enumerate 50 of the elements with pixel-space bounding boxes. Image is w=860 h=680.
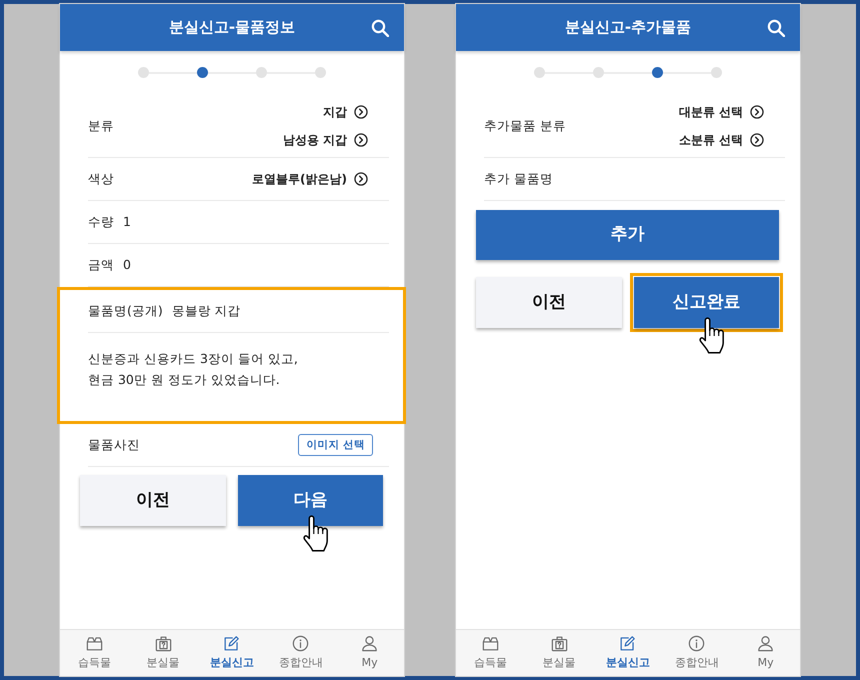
briefcase-icon bbox=[154, 634, 173, 654]
nav-tab[interactable]: 습득물 bbox=[60, 630, 129, 676]
edit-icon bbox=[222, 634, 242, 654]
field-value: 0 bbox=[123, 256, 131, 274]
nav-tab[interactable]: 분실물 bbox=[524, 630, 594, 676]
select-link[interactable]: 남성용 지갑 bbox=[282, 132, 368, 148]
image-select-button[interactable]: 이미지 선택 bbox=[298, 434, 373, 456]
field-label: 추가 물품명 bbox=[484, 170, 553, 188]
select-link[interactable]: 로열블루(밝은남) bbox=[252, 170, 368, 188]
select-link[interactable]: 지갑 bbox=[323, 104, 368, 120]
nav-tab[interactable]: 습득물 bbox=[456, 630, 525, 676]
field-value: 몽블랑 지갑 bbox=[172, 302, 241, 320]
field-label: 추가물품 분류 bbox=[484, 116, 566, 135]
search-icon[interactable] bbox=[371, 18, 389, 36]
back-button[interactable]: 이전 bbox=[80, 475, 226, 526]
nav-tab[interactable]: 분실물 bbox=[128, 630, 198, 676]
chevron-circle-icon bbox=[750, 133, 764, 147]
chevron-circle-icon bbox=[750, 105, 764, 119]
select-link[interactable]: 소분류 선택 bbox=[678, 132, 764, 148]
chevron-circle-icon bbox=[354, 172, 368, 186]
person-icon bbox=[756, 634, 776, 654]
action-button[interactable]: 신고완료 bbox=[634, 277, 779, 328]
search-icon[interactable] bbox=[767, 18, 785, 36]
nav-tab[interactable]: 분실신고 bbox=[594, 630, 662, 676]
screen-title: 분실신고-물품정보 bbox=[168, 17, 296, 38]
nav-tab[interactable]: 분실신고 bbox=[198, 630, 266, 676]
action-button[interactable]: 다음 bbox=[238, 475, 383, 526]
field-label: 분류 bbox=[88, 116, 114, 135]
field-label: 색상 bbox=[88, 170, 114, 188]
field-label: 물품명(공개) bbox=[88, 302, 163, 320]
person-icon bbox=[360, 634, 380, 654]
chevron-circle-icon bbox=[354, 133, 368, 147]
select-link[interactable]: 대분류 선택 bbox=[678, 104, 764, 120]
field-label: 금액 bbox=[88, 256, 114, 274]
nav-tab[interactable]: My bbox=[335, 630, 404, 676]
nav-tab[interactable]: My bbox=[731, 630, 800, 676]
add-button[interactable]: 추가 bbox=[476, 210, 779, 260]
description-text: 신분증과 신용카드 3장이 들어 있고, 현금 30만 원 정도가 있었습니다. bbox=[88, 350, 299, 389]
edit-icon bbox=[618, 634, 638, 654]
field-value: 1 bbox=[123, 212, 131, 231]
field-label: 수량 bbox=[88, 212, 114, 231]
info-icon bbox=[291, 634, 310, 654]
screen-title: 분실신고-추가물품 bbox=[564, 17, 692, 38]
chevron-circle-icon bbox=[354, 105, 368, 119]
briefcase-icon bbox=[550, 634, 569, 654]
nav-tab[interactable]: 종합안내 bbox=[266, 630, 336, 676]
field-label: 물품사진 bbox=[88, 436, 140, 454]
back-button[interactable]: 이전 bbox=[476, 277, 622, 328]
nav-tab[interactable]: 종합안내 bbox=[662, 630, 732, 676]
info-icon bbox=[687, 634, 706, 654]
